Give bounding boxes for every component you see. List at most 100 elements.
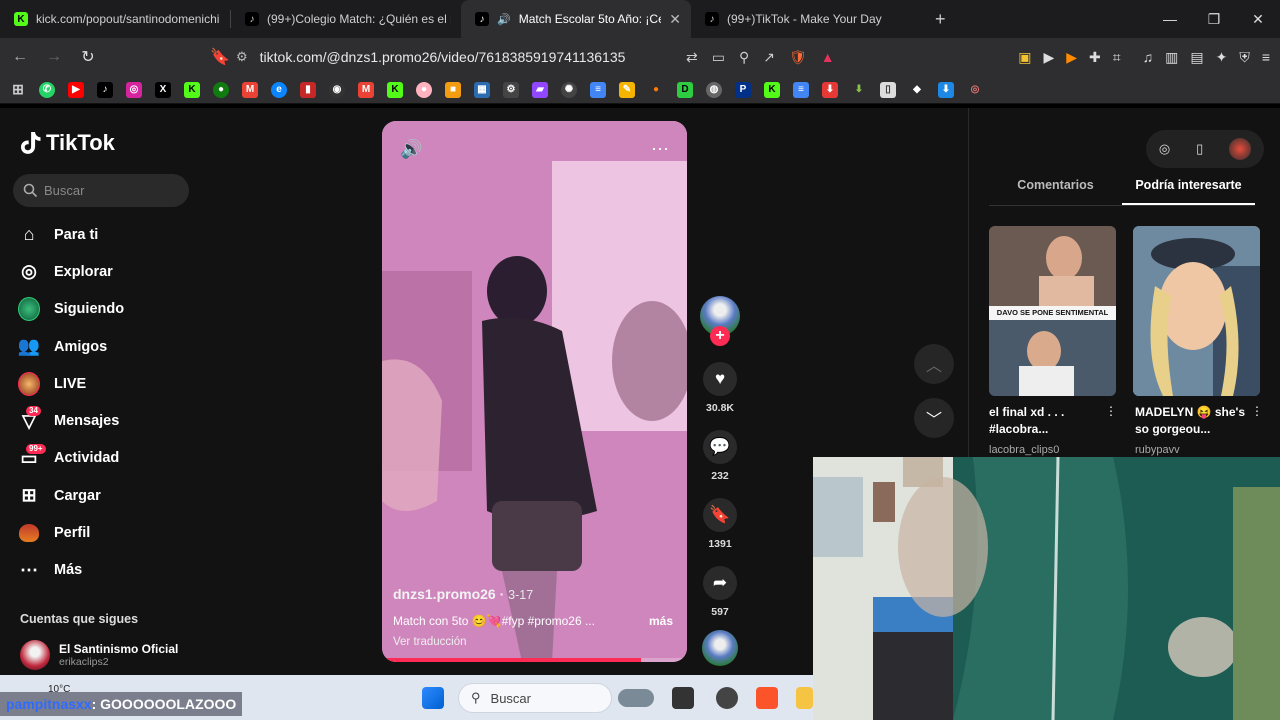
close-window-icon[interactable]: ✕ — [1236, 0, 1280, 38]
more-options-icon[interactable]: ⋮ — [1251, 404, 1263, 418]
app-icon[interactable] — [716, 687, 738, 709]
stats-icon[interactable]: ▮ — [300, 81, 316, 98]
speaker-icon[interactable]: 🔊 — [497, 13, 511, 26]
apps-icon[interactable]: ⊞ — [10, 81, 26, 98]
nav-item-live[interactable]: LIVE — [18, 365, 124, 402]
globe-icon[interactable]: ◍ — [706, 81, 722, 98]
suggested-video-title-1[interactable]: el final xd . . . #lacobra... — [989, 404, 1111, 438]
youtube-icon[interactable]: ▶ — [68, 81, 84, 98]
suggested-video-thumb-2[interactable] — [1133, 226, 1260, 396]
circle-icon[interactable]: ● — [416, 81, 432, 98]
cast-icon[interactable]: ▭ — [712, 49, 725, 66]
wallet-extension-icon[interactable]: ▣ — [1018, 49, 1031, 66]
follow-plus-icon[interactable]: + — [710, 326, 730, 346]
brave-taskbar-icon[interactable] — [756, 687, 778, 709]
gear-bookmark-icon[interactable]: ⚙ — [503, 81, 519, 98]
tiktok-logo[interactable]: TikTok — [20, 130, 115, 156]
nav-item-mensajes[interactable]: ▽ 34 Mensajes — [18, 402, 124, 439]
file-icon[interactable]: ▯ — [880, 81, 896, 98]
suggested-video-user-1[interactable]: lacobra_clips0 — [989, 444, 1059, 456]
sidebar-icon[interactable]: ▥ — [1165, 49, 1178, 66]
translate-icon[interactable]: ⇄ — [686, 49, 698, 66]
orange-square-icon[interactable]: ■ — [445, 81, 461, 98]
author-avatar[interactable]: + — [700, 296, 740, 346]
comment-icon[interactable]: 💬 — [703, 430, 737, 464]
manatee-widget-icon[interactable] — [618, 689, 654, 707]
video-extension-icon[interactable]: ▶ — [1066, 49, 1077, 66]
nav-item-siguiendo[interactable]: Siguiendo — [18, 291, 124, 328]
zoom-icon[interactable]: ⚲ — [739, 49, 749, 66]
task-view-icon[interactable] — [672, 687, 694, 709]
browser-tab-kick[interactable]: K kick.com/popout/santinodomenichini/cha… — [0, 0, 230, 38]
video-author[interactable]: dnzs1.promo26 · 3-17 — [393, 586, 673, 602]
whatsapp-icon[interactable]: ✆ — [39, 81, 55, 98]
gmail-icon[interactable]: M — [242, 81, 258, 98]
pencil-icon[interactable]: ✎ — [619, 81, 635, 98]
nav-item-actividad[interactable]: ▭ 99+ Actividad — [18, 440, 124, 477]
paypal-icon[interactable]: P — [735, 81, 751, 98]
docs-icon-2[interactable]: ≡ — [793, 81, 809, 98]
video-progress-bar[interactable] — [382, 658, 687, 662]
suggested-video-thumb-1[interactable]: DAVO SE PONE SENTIMENTAL — [989, 226, 1116, 396]
suggested-video-user-2[interactable]: rubypavv — [1135, 444, 1180, 456]
twitch-icon[interactable]: ▰ — [532, 81, 548, 98]
phone-icon[interactable]: ▯ — [1196, 141, 1203, 157]
suggested-video-title-2[interactable]: MADELYN 😝 she's so gorgeou... — [1135, 404, 1257, 438]
volume-icon[interactable]: 🔊 — [400, 139, 422, 160]
forward-icon[interactable]: → — [40, 43, 68, 71]
play-extension-icon[interactable]: ▶ — [1043, 49, 1054, 66]
new-tab-button[interactable]: + — [935, 9, 946, 30]
wallet-icon[interactable]: ▤ — [1190, 49, 1203, 66]
kick-bookmark-icon-2[interactable]: K — [387, 81, 403, 98]
extensions-icon[interactable]: ✚ — [1089, 49, 1101, 66]
compass-small-icon[interactable]: ◎ — [1159, 141, 1170, 157]
minimize-icon[interactable]: — — [1148, 0, 1192, 38]
nav-item-cargar[interactable]: ⊞ Cargar — [18, 477, 124, 514]
sound-avatar[interactable] — [702, 630, 738, 666]
brave-shields-icon[interactable]: 🛡 — [789, 49, 807, 66]
diamond-icon[interactable]: ◆ — [909, 82, 925, 98]
nav-item-mas[interactable]: ⋯ Más — [18, 552, 124, 589]
edge-icon[interactable]: e — [271, 81, 287, 98]
instagram-icon[interactable]: ◎ — [126, 81, 142, 98]
tab-comentarios[interactable]: Comentarios — [989, 178, 1122, 205]
d-icon[interactable]: D — [677, 81, 693, 98]
like-icon[interactable]: ♥ — [703, 362, 737, 396]
share-icon[interactable]: ↗ — [763, 49, 775, 66]
video-more-icon[interactable]: ⋯ — [651, 139, 669, 160]
taskbar-search[interactable]: ⚲ Buscar — [458, 683, 612, 713]
kick-bookmark-icon[interactable]: K — [184, 81, 200, 98]
brave-rewards-icon[interactable]: ▲ — [821, 49, 835, 65]
caption-more-link[interactable]: más — [649, 614, 673, 628]
download-green-icon[interactable]: ⬇ — [851, 82, 867, 98]
previous-video-button[interactable]: ︿ — [914, 344, 954, 384]
close-tab-icon[interactable]: ✕ — [669, 11, 681, 28]
tab-podria-interesarte[interactable]: Podría interesarte — [1122, 178, 1255, 205]
gmail-icon-2[interactable]: M — [358, 81, 374, 98]
menu-icon[interactable]: ≡ — [1262, 49, 1270, 65]
nav-item-para-ti[interactable]: ⌂ Para ti — [18, 216, 124, 253]
bookmark-save-icon[interactable]: 🔖 — [703, 498, 737, 532]
windows-start-icon[interactable] — [422, 687, 444, 709]
video-player[interactable]: 🔊 ⋯ dnzs1.promo26 · 3-17 Match con 5to 😊… — [382, 121, 687, 662]
share-arrow-icon[interactable]: ➦ — [703, 566, 737, 600]
following-account-item[interactable]: El Santinismo Oficial erikaclips2 — [20, 640, 178, 670]
user-avatar[interactable] — [1229, 138, 1252, 160]
blocks-icon[interactable]: ▦ — [474, 81, 490, 98]
back-icon[interactable]: ← — [6, 43, 34, 71]
search-input[interactable]: Buscar — [13, 174, 189, 207]
orange-dot-icon[interactable]: ● — [648, 82, 664, 98]
docs-icon[interactable]: ≡ — [590, 81, 606, 98]
file-explorer-icon[interactable] — [796, 687, 813, 709]
tiktok-bookmark-icon[interactable]: ♪ — [97, 81, 113, 98]
screenshot-icon[interactable]: ⌗ — [1113, 49, 1121, 66]
media-icon[interactable]: ♫ — [1143, 49, 1154, 65]
nav-item-explorar[interactable]: ◎ Explorar — [18, 253, 124, 290]
nav-item-perfil[interactable]: Perfil — [18, 514, 124, 551]
download-blue-icon[interactable]: ⬇ — [938, 81, 954, 98]
leo-icon[interactable]: ✦ — [1216, 49, 1228, 66]
bookmark-icon[interactable]: 🔖 — [206, 43, 234, 71]
chatgpt-icon[interactable]: ✺ — [561, 81, 577, 98]
translate-link[interactable]: Ver traducción — [393, 636, 673, 648]
vpn-icon[interactable]: ⛨ — [1239, 49, 1250, 66]
